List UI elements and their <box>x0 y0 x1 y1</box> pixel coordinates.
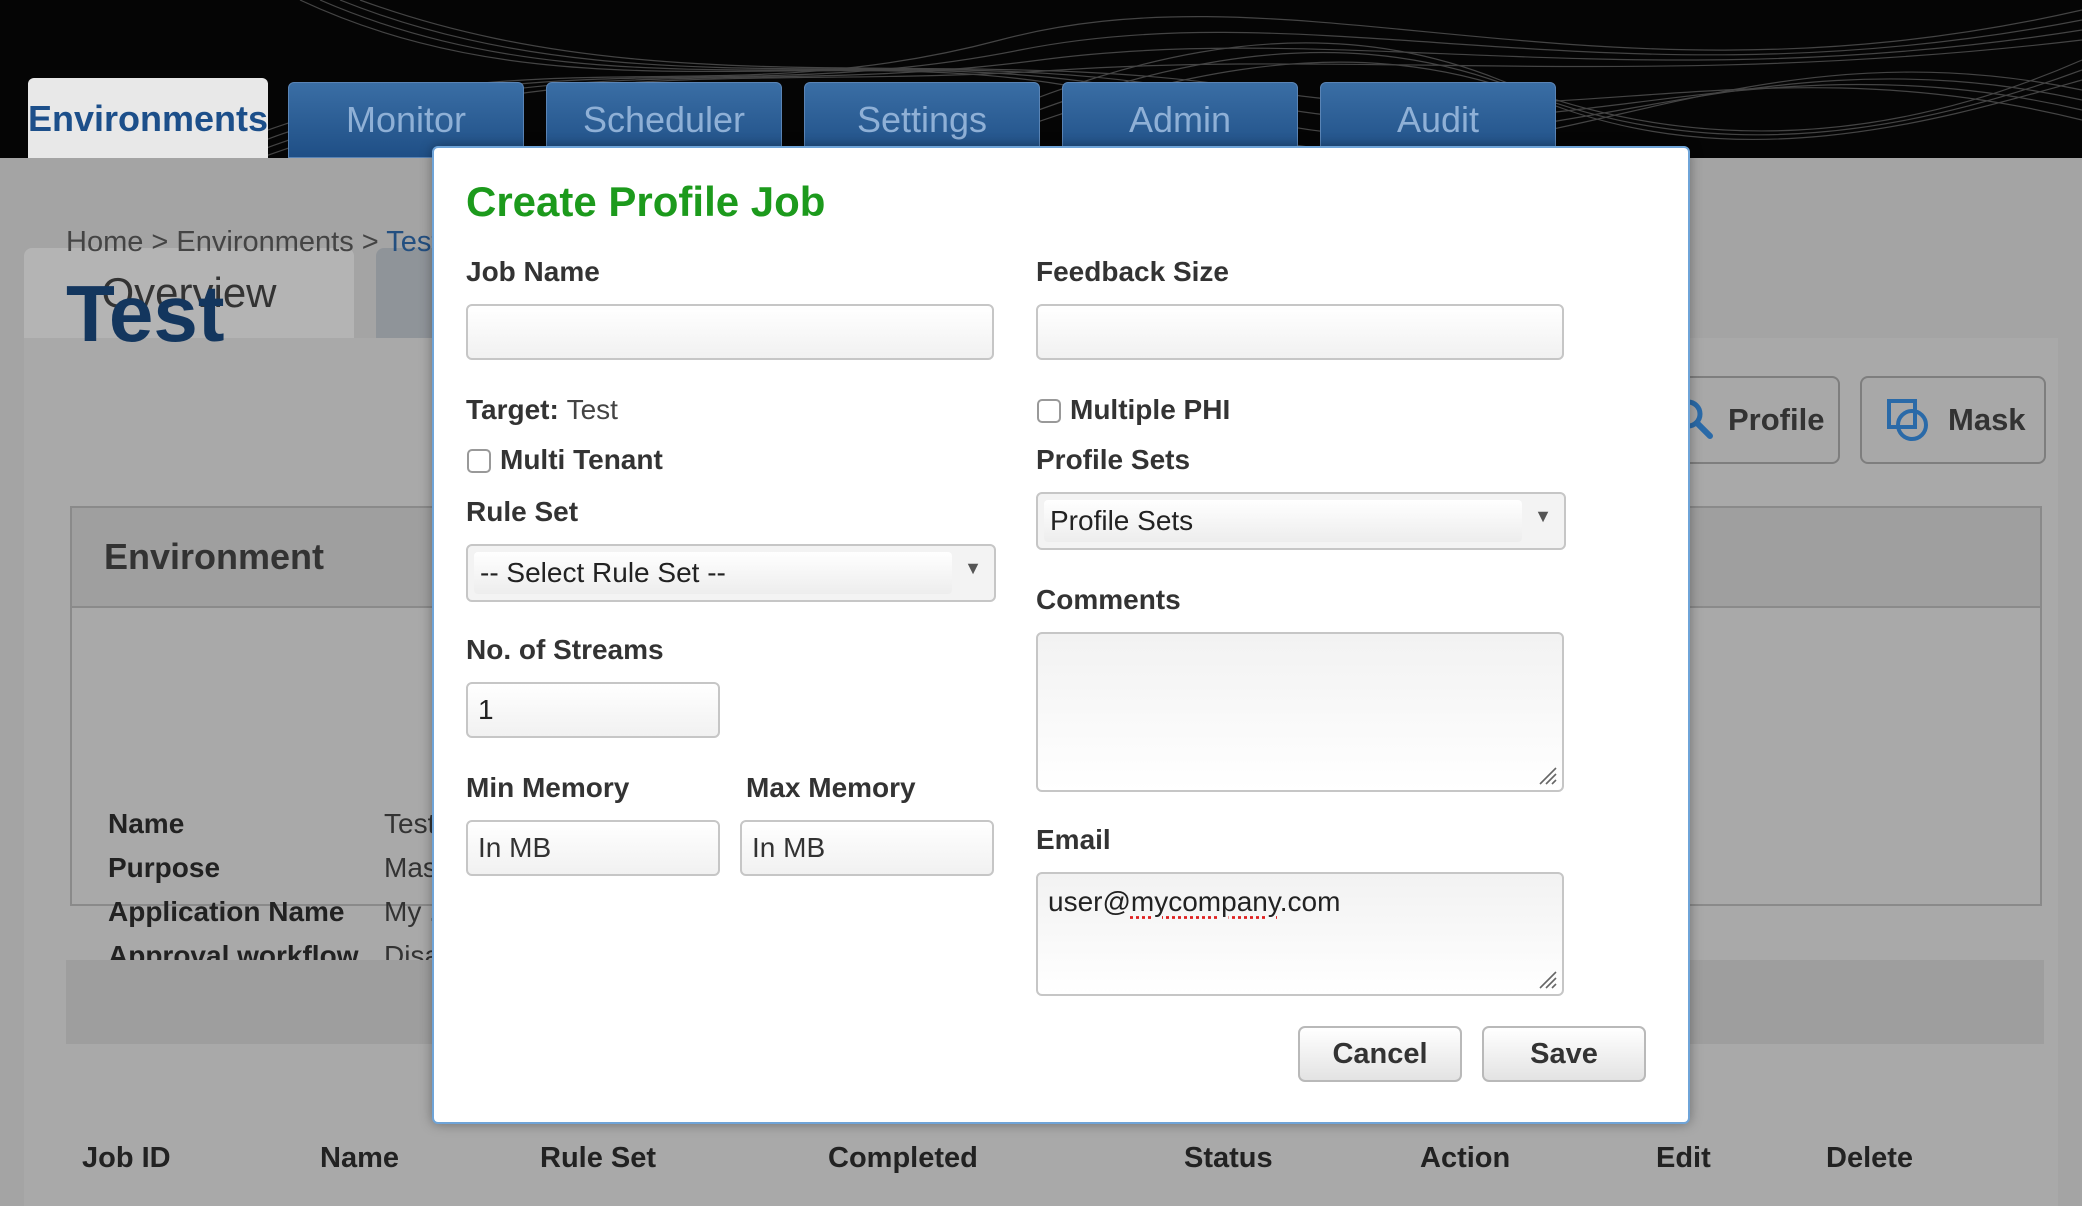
target-label: Target: Test <box>466 394 618 426</box>
feedback-size-input[interactable] <box>1036 304 1564 360</box>
job-name-label: Job Name <box>466 256 600 287</box>
breadcrumb: Home > Environments > Test <box>66 226 439 259</box>
env-label-application-name: Application Name <box>108 896 345 927</box>
mask-button[interactable]: Mask <box>1860 376 2046 464</box>
column-header-edit[interactable]: Edit <box>1656 1142 1711 1175</box>
env-value-application-name: My . <box>384 896 437 927</box>
dialog-title: Create Profile Job <box>466 178 826 225</box>
profile-sets-selected-value: Profile Sets <box>1050 505 1194 536</box>
chevron-down-icon: ▼ <box>1534 506 1552 526</box>
breadcrumb-environments[interactable]: Environments <box>176 226 353 258</box>
multi-tenant-label: Multi Tenant <box>500 444 663 475</box>
email-textarea[interactable]: user@mycompany.com <box>1036 872 1564 996</box>
feedback-size-label: Feedback Size <box>1036 256 1229 287</box>
min-memory-input[interactable] <box>466 820 720 876</box>
env-label-purpose: Purpose <box>108 852 221 883</box>
target-value: Test <box>566 394 618 425</box>
profile-button-label: Profile <box>1728 402 1825 437</box>
mask-shapes-icon <box>1887 399 1928 441</box>
spellcheck-underline: mycompany <box>1130 886 1280 917</box>
column-header-name[interactable]: Name <box>320 1142 399 1175</box>
multiple-phi-checkbox[interactable] <box>1037 399 1061 423</box>
column-header-job-id[interactable]: Job ID <box>82 1142 171 1175</box>
save-button[interactable]: Save <box>1482 1026 1646 1082</box>
env-value-name: Test <box>384 808 436 839</box>
job-name-input[interactable] <box>466 304 994 360</box>
column-header-completed[interactable]: Completed <box>828 1142 978 1175</box>
env-label-name: Name <box>108 808 185 839</box>
breadcrumb-separator: > <box>353 226 387 258</box>
breadcrumb-separator: > <box>143 226 177 258</box>
streams-label: No. of Streams <box>466 634 664 665</box>
column-header-action[interactable]: Action <box>1420 1142 1510 1175</box>
chevron-down-icon: ▼ <box>964 558 982 578</box>
env-value-purpose: Mas <box>384 852 437 883</box>
max-memory-input[interactable] <box>740 820 994 876</box>
target-label-text: Target: <box>466 394 559 425</box>
tab-environments[interactable]: Environments <box>28 78 268 158</box>
mask-button-label: Mask <box>1948 402 2026 437</box>
profile-sets-label: Profile Sets <box>1036 444 1191 475</box>
resize-grip-icon[interactable] <box>1534 966 1558 990</box>
email-text: user@mycompany.com <box>1048 886 1341 917</box>
rule-set-selected-value: -- Select Rule Set -- <box>480 557 726 588</box>
comments-label: Comments <box>1036 584 1181 615</box>
multi-tenant-checkbox[interactable] <box>467 449 491 473</box>
top-banner: Environments Monitor Scheduler Settings … <box>0 0 2082 158</box>
column-header-rule-set[interactable]: Rule Set <box>540 1142 656 1175</box>
rule-set-label: Rule Set <box>466 496 579 527</box>
min-memory-label: Min Memory <box>466 772 630 803</box>
email-label: Email <box>1036 824 1111 855</box>
column-header-delete[interactable]: Delete <box>1826 1142 1913 1175</box>
breadcrumb-home[interactable]: Home <box>66 226 143 258</box>
multiple-phi-label: Multiple PHI <box>1070 394 1231 425</box>
profile-sets-select[interactable]: Profile Sets ▼ <box>1036 492 1566 550</box>
page-title: Test <box>66 269 225 358</box>
column-header-status[interactable]: Status <box>1184 1142 1273 1175</box>
streams-input[interactable] <box>466 682 720 738</box>
resize-grip-icon[interactable] <box>1534 762 1558 786</box>
comments-textarea[interactable] <box>1036 632 1564 792</box>
rule-set-select[interactable]: -- Select Rule Set -- ▼ <box>466 544 996 602</box>
max-memory-label: Max Memory <box>746 772 916 803</box>
cancel-button[interactable]: Cancel <box>1298 1026 1462 1082</box>
